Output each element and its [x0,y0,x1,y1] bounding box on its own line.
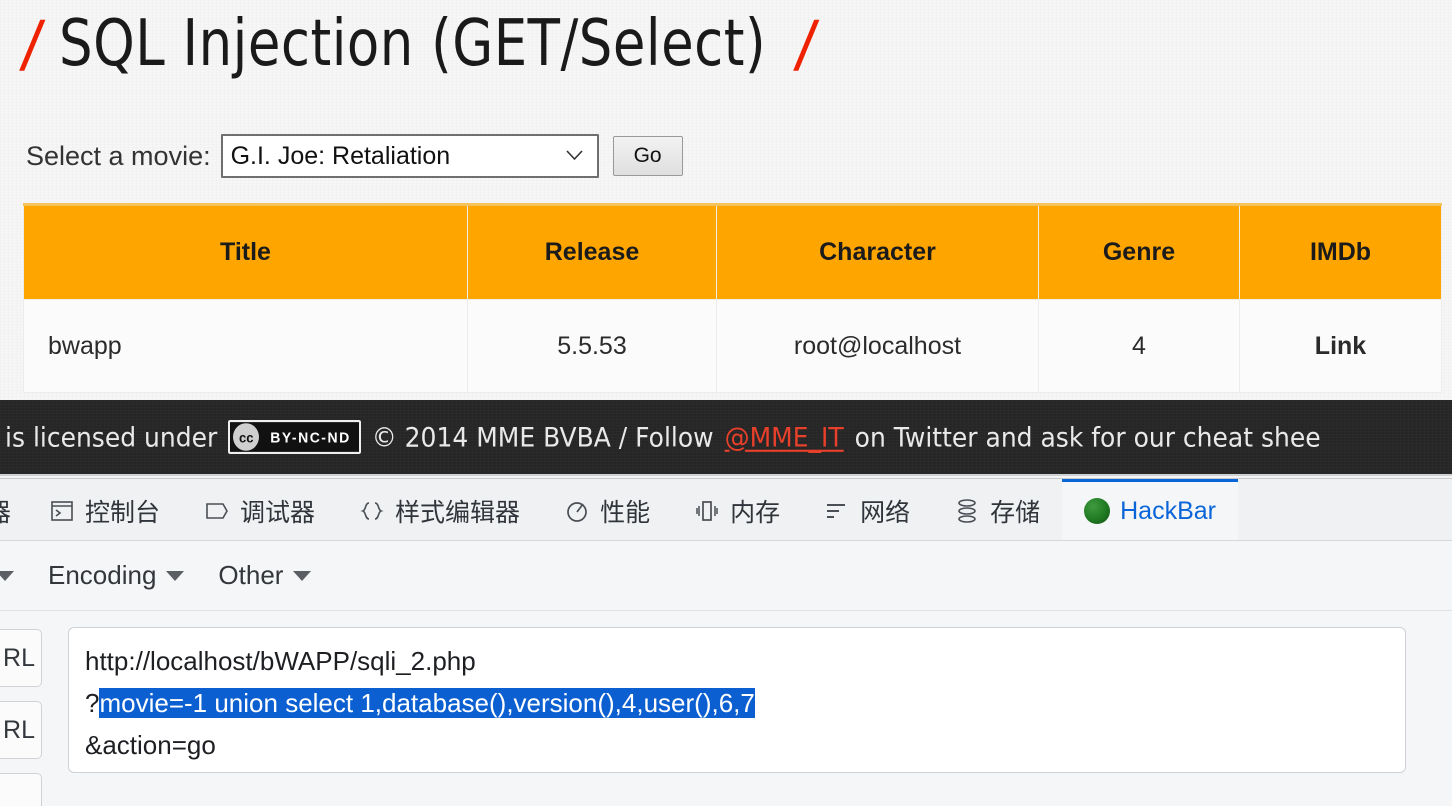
column-header-release: Release [467,203,717,300]
footer-text-after: on Twitter and ask for our cheat shee [854,421,1321,453]
url-line-1: http://localhost/bWAPP/sqli_2.php [85,646,476,676]
tab-style-editor[interactable]: 样式编辑器 [337,479,542,540]
hackbar-menu-label: Encoding [48,560,157,590]
title-slash-left: / [18,7,47,80]
select-movie-label: Select a movie: [26,140,211,171]
tab-debugger[interactable]: 调试器 [182,479,337,540]
network-icon [824,498,850,524]
chevron-down-icon [0,570,14,581]
hackbar-toolbar: Encoding Other [0,541,1452,611]
cell-character: root@localhost [716,299,1039,393]
column-header-title: Title [23,203,468,300]
column-header-character: Character [716,203,1039,300]
url-selected-payload: movie=-1 union select 1,database(),versi… [99,688,755,718]
hackbar-icon [1084,498,1111,524]
devtools-tab-label: 控制台 [85,499,161,527]
column-header-imdb: IMDb [1239,203,1442,300]
url-textarea[interactable]: http://localhost/bWAPP/sqli_2.php ?movie… [68,627,1406,773]
storage-icon [954,498,980,524]
hackbar-action-buttons: RL RL [0,629,42,806]
page-title: SQL Injection (GET/Select) [58,6,767,81]
tab-memory[interactable]: 内存 [672,479,802,540]
title-slash-right: / [792,7,822,80]
tab-console[interactable]: 控制台 [27,479,182,540]
cc-circle-icon: cc [233,423,260,451]
tab-inspector[interactable]: 器 [0,479,27,540]
execute-button[interactable] [0,773,42,806]
load-url-button[interactable]: RL [0,629,42,687]
column-header-genre: Genre [1038,203,1240,300]
table-row: bwapp 5.5.53 root@localhost 4 Link [23,299,1442,393]
url-line-3: &action=go [85,730,216,760]
movies-table: Title Release Character Genre IMDb bwapp… [23,203,1442,393]
footer-text-before: P is licensed under [0,421,218,453]
creative-commons-badge-icon: cc BY-NC-ND [228,420,361,454]
cell-title: bwapp [23,299,468,393]
hackbar-menu-label: Other [218,560,284,590]
footer-copyright: © 2014 MME BVBA / Follow [371,421,714,453]
url-query-prefix: ? [85,688,100,718]
devtools-tab-label: 内存 [730,499,781,527]
hackbar-menu-sql[interactable] [0,570,14,581]
twitter-handle-link[interactable]: @MME_IT [725,422,844,453]
hackbar-menu-encoding[interactable]: Encoding [48,560,185,591]
tab-storage[interactable]: 存储 [932,479,1062,540]
chevron-down-icon [293,570,312,581]
devtools-tab-label: 网络 [860,499,911,527]
devtools-tab-label: 样式编辑器 [395,499,521,527]
devtools-panel: 器 控制台 调试器 样式编辑器 性能 [0,478,1452,806]
bwapp-page: / SQL Injection (GET/Select) / Select a … [0,0,1452,478]
go-button[interactable]: Go [612,136,683,176]
devtools-tab-label: HackBar [1120,496,1216,525]
performance-icon [564,498,590,524]
cell-release: 5.5.53 [467,299,717,393]
split-url-button[interactable]: RL [0,701,42,759]
devtools-tab-label: 存储 [990,499,1041,527]
console-icon [49,498,75,524]
devtools-tab-label: 性能 [600,499,651,527]
movie-select[interactable]: G.I. Joe: Retaliation [220,134,599,178]
memory-icon [694,498,720,524]
devtools-tab-label: 调试器 [240,499,316,527]
hackbar-body: RL RL http://localhost/bWAPP/sqli_2.php … [0,611,1452,806]
cc-terms-label: BY-NC-ND [270,428,351,446]
page-title-wrap: / SQL Injection (GET/Select) / [18,0,822,92]
tab-network[interactable]: 网络 [802,479,932,540]
cell-imdb-link[interactable]: Link [1239,299,1442,393]
style-editor-icon [359,498,385,524]
devtools-tabbar: 器 控制台 调试器 样式编辑器 性能 [0,479,1452,541]
tab-hackbar[interactable]: HackBar [1062,479,1238,540]
site-footer: P is licensed under cc BY-NC-ND © 2014 M… [0,400,1452,476]
hackbar-menu-other[interactable]: Other [218,560,312,591]
debugger-icon [204,498,230,524]
tab-performance[interactable]: 性能 [542,479,672,540]
devtools-tab-label: 器 [0,493,11,529]
chevron-down-icon [166,570,185,581]
cell-genre: 4 [1038,299,1240,393]
movie-select-wrap: G.I. Joe: Retaliation [220,134,599,178]
table-header-row: Title Release Character Genre IMDb [23,203,1442,300]
movie-form: Select a movie: G.I. Joe: Retaliation Go [26,134,683,178]
